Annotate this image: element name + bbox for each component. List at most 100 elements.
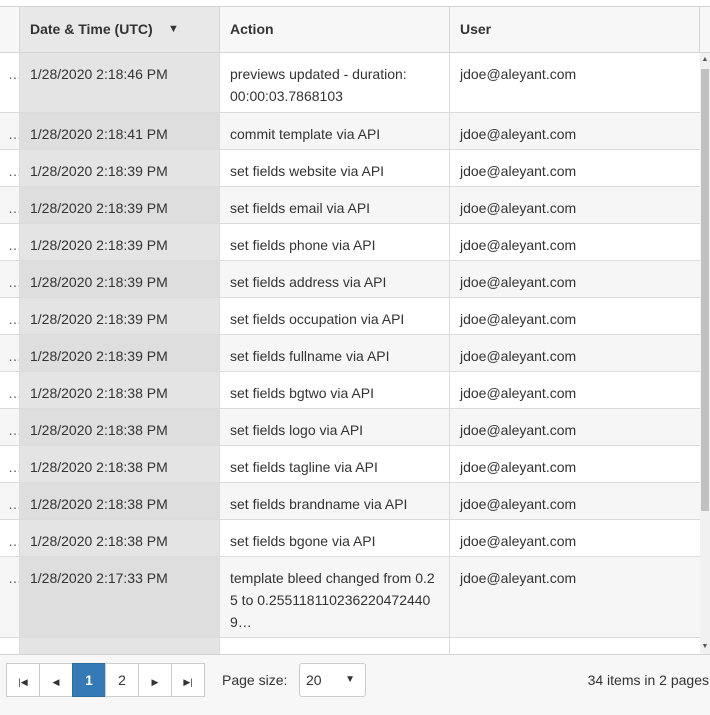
grid-body: … 1/28/2020 2:18:46 PM previews updated … <box>0 53 700 654</box>
table-row[interactable]: … 1/28/2020 2:18:39 PM set fields email … <box>0 187 700 224</box>
datetime-cell: 1/28/2020 2:18:39 PM <box>20 150 220 186</box>
action-cell: set fields bgone via API <box>220 520 450 556</box>
user-cell: jdoe@aleyant.com <box>460 385 577 401</box>
action-cell: set fields logo via API <box>220 409 450 445</box>
header-row-expander-col <box>0 7 20 52</box>
table-row[interactable]: … 1/28/2020 2:18:46 PM previews updated … <box>0 53 700 113</box>
dropdown-arrow-icon: ▼ <box>345 674 355 685</box>
row-expander-cell[interactable]: … <box>0 557 20 637</box>
table-row[interactable]: … 1/28/2020 2:18:39 PM set fields phone … <box>0 224 700 261</box>
scroll-down-arrow-icon[interactable]: ▼ <box>700 640 710 654</box>
action-cell: save template info <box>220 638 450 654</box>
header-datetime-label: Date & Time (UTC) <box>30 21 153 37</box>
user-cell: jdoe@aleyant.com <box>460 237 577 253</box>
user-cell: jdoe@aleyant.com <box>460 496 577 512</box>
user-cell: jdoe@aleyant.com <box>460 422 577 438</box>
row-expander-cell[interactable]: … <box>0 53 20 112</box>
last-page-icon: ▶| <box>183 677 193 687</box>
row-expander-cell[interactable]: … <box>0 261 20 297</box>
datetime-cell: 1/28/2020 2:18:38 PM <box>20 520 220 556</box>
vertical-scrollbar[interactable]: ▲ ▼ <box>700 53 710 654</box>
datetime-cell: 1/28/2020 2:18:46 PM <box>20 53 220 112</box>
header-user[interactable]: User <box>450 7 700 52</box>
header-action-label: Action <box>230 21 274 37</box>
table-row[interactable]: … 1/28/2020 2:18:38 PM set fields logo v… <box>0 409 700 446</box>
row-expander-cell[interactable]: … <box>0 335 20 371</box>
next-page-icon: ▶ <box>151 677 159 687</box>
datetime-cell: 1/28/2020 2:17:00 PM <box>20 638 220 654</box>
table-row[interactable]: … 1/28/2020 2:18:39 PM set fields websit… <box>0 150 700 187</box>
action-cell: set fields occupation via API <box>220 298 450 334</box>
datetime-cell: 1/28/2020 2:18:39 PM <box>20 261 220 297</box>
table-row[interactable]: … 1/28/2020 2:18:39 PM set fields addres… <box>0 261 700 298</box>
row-expander-cell[interactable]: … <box>0 372 20 408</box>
action-cell: set fields fullname via API <box>220 335 450 371</box>
user-cell: jdoe@aleyant.com <box>460 459 577 475</box>
action-cell: set fields website via API <box>220 150 450 186</box>
table-row[interactable]: … 1/28/2020 2:18:38 PM set fields bgtwo … <box>0 372 700 409</box>
page-size-label: Page size: <box>222 672 288 688</box>
user-cell: jdoe@aleyant.com <box>460 200 577 216</box>
header-action[interactable]: Action <box>220 7 450 52</box>
action-cell: set fields bgtwo via API <box>220 372 450 408</box>
action-cell: set fields email via API <box>220 187 450 223</box>
table-row[interactable]: … 1/28/2020 2:18:38 PM set fields brandn… <box>0 483 700 520</box>
scroll-up-arrow-icon[interactable]: ▲ <box>700 53 710 67</box>
pager: |◀ ◀ 1 2 ▶ ▶| Page size: 20 ▼ 34 items i… <box>0 654 710 715</box>
user-cell: jdoe@aleyant.com <box>460 311 577 327</box>
row-expander-cell[interactable]: … <box>0 150 20 186</box>
user-cell: jdoe@aleyant.com <box>460 163 577 179</box>
action-cell: set fields phone via API <box>220 224 450 260</box>
row-expander-cell[interactable]: … <box>0 483 20 519</box>
table-row[interactable]: … 1/28/2020 2:18:38 PM set fields bgone … <box>0 520 700 557</box>
row-expander-cell[interactable]: … <box>0 113 20 149</box>
action-cell: set fields tagline via API <box>220 446 450 482</box>
datetime-cell: 1/28/2020 2:18:39 PM <box>20 187 220 223</box>
action-cell: previews updated - duration: 00:00:03.78… <box>220 53 450 112</box>
user-cell: jdoe@aleyant.com <box>460 126 577 142</box>
datetime-cell: 1/28/2020 2:17:33 PM <box>20 557 220 637</box>
datetime-cell: 1/28/2020 2:18:38 PM <box>20 483 220 519</box>
datetime-cell: 1/28/2020 2:18:39 PM <box>20 224 220 260</box>
user-cell: jdoe@aleyant.com <box>450 638 700 654</box>
scroll-thumb[interactable] <box>701 69 709 511</box>
next-page-button[interactable]: ▶ <box>138 663 172 697</box>
table-row[interactable]: … 1/28/2020 2:17:00 PM save template inf… <box>0 638 700 654</box>
last-page-button[interactable]: ▶| <box>171 663 205 697</box>
prev-page-icon: ◀ <box>52 677 60 687</box>
action-cell: commit template via API <box>220 113 450 149</box>
page-2-button[interactable]: 2 <box>105 663 139 697</box>
datetime-cell: 1/28/2020 2:18:38 PM <box>20 446 220 482</box>
table-row[interactable]: … 1/28/2020 2:18:39 PM set fields occupa… <box>0 298 700 335</box>
sort-desc-icon: ▼ <box>168 23 179 35</box>
table-row[interactable]: … 1/28/2020 2:18:38 PM set fields taglin… <box>0 446 700 483</box>
datetime-cell: 1/28/2020 2:18:39 PM <box>20 298 220 334</box>
datetime-cell: 1/28/2020 2:18:39 PM <box>20 335 220 371</box>
row-expander-cell[interactable]: … <box>0 187 20 223</box>
row-expander-cell[interactable]: … <box>0 298 20 334</box>
row-expander-cell[interactable]: … <box>0 224 20 260</box>
user-cell: jdoe@aleyant.com <box>460 570 577 586</box>
table-row[interactable]: … 1/28/2020 2:17:33 PM template bleed ch… <box>0 557 700 638</box>
row-expander-cell[interactable]: … <box>0 520 20 556</box>
datetime-cell: 1/28/2020 2:18:38 PM <box>20 409 220 445</box>
datetime-cell: 1/28/2020 2:18:41 PM <box>20 113 220 149</box>
table-row[interactable]: … 1/28/2020 2:18:39 PM set fields fullna… <box>0 335 700 372</box>
user-cell: jdoe@aleyant.com <box>460 348 577 364</box>
audit-log-grid: Date & Time (UTC) ▼ Action User … 1/28/2… <box>0 0 710 715</box>
header-user-label: User <box>460 21 492 37</box>
prev-page-button[interactable]: ◀ <box>39 663 73 697</box>
page-size-value: 20 <box>306 672 322 688</box>
first-page-button[interactable]: |◀ <box>6 663 40 697</box>
page-size-select[interactable]: 20 ▼ <box>299 663 366 697</box>
action-cell: set fields address via API <box>220 261 450 297</box>
row-expander-cell[interactable]: … <box>0 409 20 445</box>
row-expander-cell[interactable]: … <box>0 446 20 482</box>
page-1-button[interactable]: 1 <box>72 663 106 697</box>
first-page-icon: |◀ <box>18 677 28 687</box>
pager-info: 34 items in 2 pages <box>587 672 709 688</box>
row-expander-cell[interactable]: … <box>0 638 20 654</box>
user-cell: jdoe@aleyant.com <box>460 274 577 290</box>
table-row[interactable]: … 1/28/2020 2:18:41 PM commit template v… <box>0 113 700 150</box>
header-datetime[interactable]: Date & Time (UTC) ▼ <box>20 7 220 52</box>
